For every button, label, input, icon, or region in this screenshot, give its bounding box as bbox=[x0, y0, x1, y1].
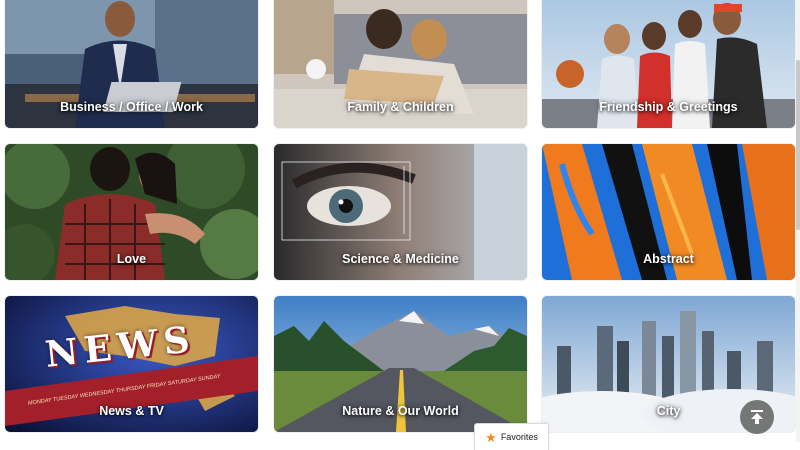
category-tile-news[interactable]: NEWS MONDAY TUESDAY WEDNESDAY THURSDAY F… bbox=[5, 296, 258, 432]
category-grid: Business / Office / Work Family & Childr… bbox=[0, 0, 800, 450]
category-tile-love[interactable]: Love bbox=[5, 144, 258, 280]
category-tile-science[interactable]: Science & Medicine bbox=[274, 144, 527, 280]
arrow-up-to-top-icon bbox=[751, 410, 763, 424]
nature-photo bbox=[274, 296, 527, 432]
scrollbar-thumb[interactable] bbox=[796, 60, 800, 230]
category-tile-family[interactable]: Family & Children bbox=[274, 0, 527, 128]
category-tile-business[interactable]: Business / Office / Work bbox=[5, 0, 258, 128]
abstract-photo bbox=[542, 144, 795, 280]
category-tile-friendship[interactable]: Friendship & Greetings bbox=[542, 0, 795, 128]
category-tile-abstract[interactable]: Abstract bbox=[542, 144, 795, 280]
business-photo bbox=[5, 0, 258, 128]
love-photo bbox=[5, 144, 258, 280]
favorites-label: Favorites bbox=[500, 432, 538, 442]
science-photo bbox=[274, 144, 527, 280]
page-scrollbar[interactable] bbox=[796, 0, 800, 450]
category-tile-nature[interactable]: Nature & Our World bbox=[274, 296, 527, 432]
bottom-margin bbox=[0, 442, 800, 450]
friendship-photo bbox=[542, 0, 795, 128]
favorites-tab[interactable]: ★ Favorites bbox=[474, 423, 549, 450]
star-icon: ★ bbox=[485, 429, 497, 445]
family-photo bbox=[274, 0, 527, 128]
back-to-top-button[interactable] bbox=[740, 400, 774, 434]
